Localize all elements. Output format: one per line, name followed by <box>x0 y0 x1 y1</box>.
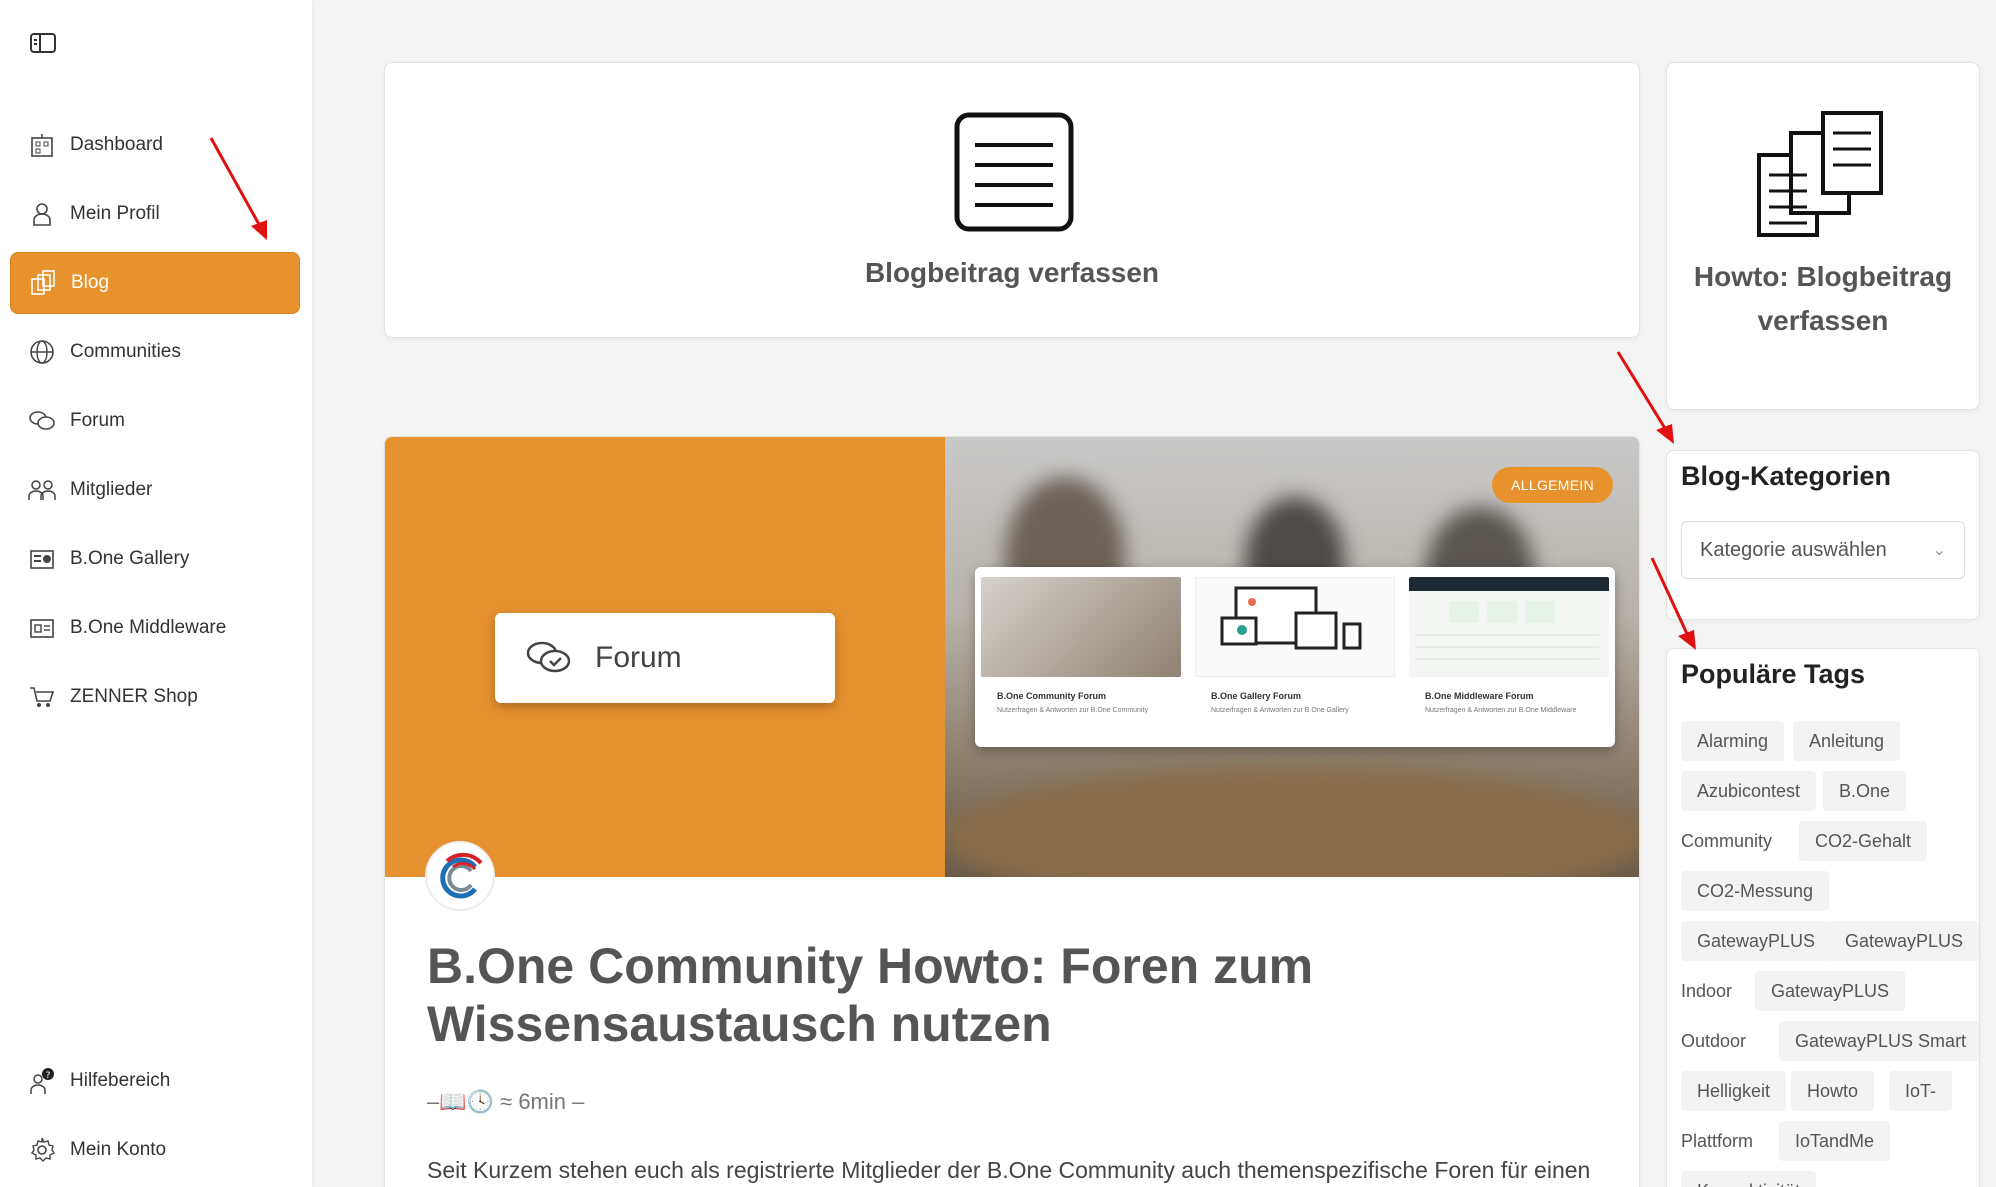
members-icon <box>28 476 56 504</box>
reading-time: –📖🕓 ≈ 6min – <box>427 1089 585 1114</box>
tag-indoor[interactable]: Indoor <box>1681 971 1732 1011</box>
screen-sub: Nutzerfragen & Antworten zur B.One Galle… <box>1211 707 1349 714</box>
cart-icon <box>28 683 56 711</box>
screen-sub: Nutzerfragen & Antworten zur B.One Commu… <box>997 707 1148 714</box>
sidebar-item-shop[interactable]: ZENNER Shop <box>10 666 300 728</box>
dashboard-icon <box>28 131 56 159</box>
compose-post-title: Blogbeitrag verfassen <box>864 257 1160 288</box>
sidebar-item-label: B.One Gallery <box>70 548 190 569</box>
sidebar-item-help[interactable]: ? Hilfebereich <box>10 1050 300 1112</box>
screen-gallery-forum: B.One Gallery Forum Nutzerfragen & Antwo… <box>1195 577 1395 737</box>
gallery-icon <box>28 545 56 573</box>
sidebar-item-label: Communities <box>70 341 181 362</box>
sidebar-item-middleware[interactable]: B.One Middleware <box>10 597 300 659</box>
howto-title: Howto: Blogbeitrag verfassen <box>1693 261 1953 336</box>
chevron-down-icon: ⌄ <box>1932 542 1946 559</box>
sidebar-item-label: Forum <box>70 410 125 431</box>
hero-office-photo: ALLGEMEIN B.One Community Forum Nutzerfr… <box>945 437 1639 877</box>
chat-icon <box>525 640 573 676</box>
sidebar-item-account[interactable]: Mein Konto <box>10 1119 300 1181</box>
sidebar-item-label: ZENNER Shop <box>70 686 198 707</box>
tag-helligkeit[interactable]: Helligkeit <box>1681 1071 1787 1111</box>
screen-middleware-forum: B.One Middleware Forum Nutzerfragen & An… <box>1409 577 1609 737</box>
forum-button-label: Forum <box>595 641 682 674</box>
tag-community[interactable]: Community <box>1681 821 1772 861</box>
tag-bone[interactable]: B.One <box>1823 771 1907 811</box>
sidebar-item-label: Mitglieder <box>70 479 153 500</box>
sidebar-item-communities[interactable]: Communities <box>10 321 300 383</box>
sidebar-item-members[interactable]: Mitglieder <box>10 459 300 521</box>
chat-icon <box>28 407 56 435</box>
category-select-value: Kategorie auswählen <box>1700 538 1887 561</box>
sidebar-item-label: Dashboard <box>70 134 163 155</box>
post-title[interactable]: B.One Community Howto: Foren zum Wissens… <box>427 937 1527 1053</box>
svg-text:?: ? <box>46 1071 51 1081</box>
sidebar-item-label: Mein Profil <box>70 203 160 224</box>
hero-orange-panel: Forum <box>385 437 945 877</box>
sidebar-item-blog[interactable]: Blog <box>10 252 300 314</box>
tag-gatewayplus[interactable]: GatewayPLUS <box>1681 921 1832 961</box>
tag-gatewayplus-smart[interactable]: GatewayPLUS Smart <box>1779 1021 1979 1061</box>
gear-icon <box>28 1136 56 1164</box>
photo-blob <box>945 767 1639 877</box>
category-select[interactable]: Kategorie auswählen ⌄ <box>1681 521 1965 579</box>
annotation-arrow <box>1650 557 1696 650</box>
globe-icon <box>28 338 56 366</box>
sidebar-toggle-icon[interactable] <box>30 32 56 54</box>
screen-thumb <box>981 577 1181 677</box>
tag-iotandme[interactable]: IoTandMe <box>1779 1121 1891 1161</box>
howto-card[interactable]: Howto: Blogbeitrag verfassen <box>1666 62 1980 410</box>
post-excerpt: Seit Kurzem stehen euch als registrierte… <box>427 1157 1591 1183</box>
sidebar-item-label: Blog <box>71 272 110 293</box>
user-icon <box>28 200 56 228</box>
blog-post-card[interactable]: Forum ALLGEMEIN B.One Community Forum Nu… <box>384 436 1640 1187</box>
sidebar-item-label: B.One Middleware <box>70 617 227 638</box>
tag-alarming[interactable]: Alarming <box>1681 721 1785 761</box>
blog-categories-widget: Blog-Kategorien Kategorie auswählen ⌄ <box>1666 450 1980 620</box>
middleware-icon <box>28 614 56 642</box>
annotation-arrow <box>1616 351 1674 444</box>
screen-title: B.One Gallery Forum <box>1211 691 1302 701</box>
screen-title: B.One Community Forum <box>997 691 1107 701</box>
author-avatar[interactable] <box>425 841 495 911</box>
help-icon: ? <box>28 1067 56 1095</box>
document-icon <box>953 111 1075 233</box>
categories-title: Blog-Kategorien <box>1681 461 1892 491</box>
screen-thumb <box>1195 577 1395 677</box>
compose-post-card[interactable]: Blogbeitrag verfassen <box>384 62 1640 338</box>
tag-gatewayplus-indoor[interactable]: GatewayPLUS <box>1829 921 1979 961</box>
sidebar-item-forum[interactable]: Forum <box>10 390 300 452</box>
forum-screenshots-panel: B.One Community Forum Nutzerfragen & Ant… <box>975 567 1615 747</box>
tag-plattform[interactable]: Plattform <box>1681 1121 1753 1161</box>
category-badge[interactable]: ALLGEMEIN <box>1492 467 1613 503</box>
tag-iot-plattform[interactable]: IoT- <box>1889 1071 1953 1111</box>
sidebar-item-label: Mein Konto <box>70 1139 167 1160</box>
tag-gatewayplus-outdoor[interactable]: GatewayPLUS <box>1755 971 1906 1011</box>
popular-tags-widget: Populäre Tags Alarming Anleitung Azubico… <box>1666 648 1980 1187</box>
annotation-arrow <box>209 137 267 240</box>
tag-howto[interactable]: Howto <box>1791 1071 1875 1111</box>
sidebar-item-gallery[interactable]: B.One Gallery <box>10 528 300 590</box>
screen-thumb <box>1409 577 1609 677</box>
tag-anleitung[interactable]: Anleitung <box>1793 721 1901 761</box>
tag-konnektivitaet[interactable]: Konnektivität <box>1681 1171 1817 1187</box>
screen-community-forum: B.One Community Forum Nutzerfragen & Ant… <box>981 577 1181 737</box>
tag-co2-gehalt[interactable]: CO2-Gehalt <box>1799 821 1928 861</box>
sidebar-bottom-nav: ? Hilfebereich Mein Konto <box>10 1050 300 1187</box>
tag-azubicontest[interactable]: Azubicontest <box>1681 771 1817 811</box>
screen-title: B.One Middleware Forum <box>1425 691 1534 701</box>
tags-title: Populäre Tags <box>1681 659 1866 689</box>
tag-outdoor[interactable]: Outdoor <box>1681 1021 1746 1061</box>
tag-co2-messung[interactable]: CO2-Messung <box>1681 871 1830 911</box>
documents-stack-icon <box>1755 111 1885 239</box>
screen-sub: Nutzerfragen & Antworten zur B.One Middl… <box>1425 707 1577 714</box>
blog-icon <box>29 269 57 297</box>
forum-button-graphic: Forum <box>495 613 835 703</box>
sidebar-item-label: Hilfebereich <box>70 1070 171 1091</box>
